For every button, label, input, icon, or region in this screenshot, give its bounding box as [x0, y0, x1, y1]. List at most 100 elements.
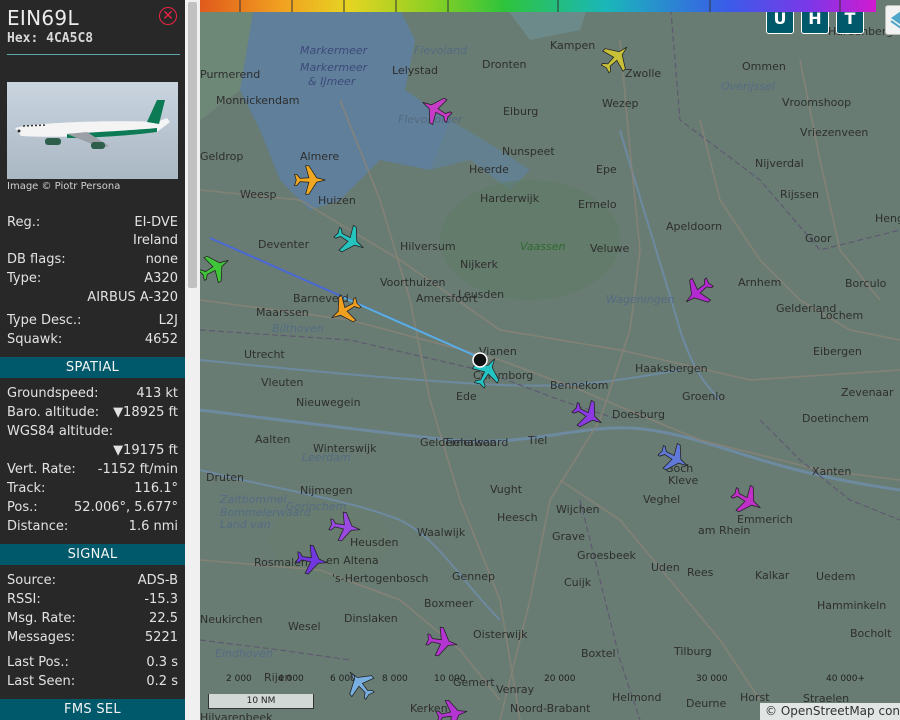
- divider: [7, 54, 180, 55]
- map-place-label: Waalwijk: [417, 526, 466, 539]
- info-row: Baro. altitude: ▼18925 ft: [7, 404, 178, 422]
- info-label: Squawk:: [7, 332, 63, 347]
- map-place-label: Lelystad: [392, 64, 438, 77]
- layers-icon: [890, 11, 900, 29]
- map-view[interactable]: Purmerend Monnickendam Markermeer Markermee…: [200, 0, 900, 720]
- map-place-label: Kerken: [410, 702, 448, 715]
- info-label: Vert. Rate:: [7, 462, 76, 477]
- info-row: Vert. Rate: -1152 ft/min: [7, 461, 178, 479]
- callsign-title: EIN69L: [7, 6, 79, 30]
- map-place-label: Nieuwegein: [296, 396, 361, 409]
- info-value: 0.3 s: [146, 655, 178, 670]
- aircraft-info-panel: EIN69L ✕ Hex: 4CA5C8 Image © Piotr Perso…: [0, 0, 185, 720]
- info-value: ADS-B: [137, 573, 178, 588]
- map-place-label: Deurne: [686, 697, 727, 710]
- map-place-label: Wesel: [288, 620, 321, 633]
- map-place-label: Dinslaken: [344, 612, 398, 625]
- map-place-label: Eindhoven: [215, 647, 273, 660]
- info-label: Source:: [7, 573, 57, 588]
- info-value: -1152 ft/min: [97, 462, 178, 477]
- info-value: 5221: [144, 630, 178, 645]
- map-place-label: Hilversum: [400, 240, 456, 253]
- sidebar-scrollbar[interactable]: [185, 0, 200, 720]
- waal-river: [200, 408, 900, 492]
- map-place-label: Oisterwijk: [473, 628, 528, 641]
- map-place-label: Groenlo: [682, 390, 725, 403]
- map-place-label: Veluwe: [590, 242, 629, 255]
- map-place-label: Maarssen: [256, 306, 309, 319]
- info-value: L2J: [158, 313, 178, 328]
- info-value: 116.1°: [134, 481, 178, 496]
- map-place-label: am Rhein: [698, 524, 750, 537]
- map-place-label: Arnhem: [738, 276, 781, 289]
- legend-label: 20 000: [544, 674, 576, 684]
- map-place-label: Vriezenveen: [800, 126, 868, 139]
- aircraft-icon[interactable]: [339, 663, 381, 705]
- map-place-label: Geldrop: [200, 150, 243, 163]
- map-place-label: Grave: [552, 530, 585, 543]
- hex-code: 4CA5C8: [46, 31, 94, 46]
- info-row: Msg. Rate: 22.5: [7, 610, 178, 628]
- map-place-label: Neukirchen: [200, 613, 262, 626]
- map-place-label: Doetinchem: [802, 412, 869, 425]
- info-value: 22.5: [149, 611, 178, 626]
- info-row: Groundspeed: 413 kt: [7, 385, 178, 403]
- map-place-label: Doesburg: [612, 408, 665, 421]
- info-row: Last Seen: 0.2 s: [7, 673, 178, 691]
- map-place-label: Nijkerk: [460, 258, 499, 271]
- map-place-label: Kalkar: [755, 569, 790, 582]
- map-place-label: Xanten: [812, 465, 851, 478]
- map-place-label: Lochem: [820, 309, 863, 322]
- map-place-label: Wezep: [602, 97, 639, 110]
- fms-section-header[interactable]: FMS SEL: [0, 699, 185, 720]
- spatial-section-header: SPATIAL: [0, 357, 185, 378]
- info-row: Ireland: [7, 232, 178, 250]
- map-place-label: Aalten: [255, 433, 290, 446]
- map-place-label: Monnickendam: [216, 94, 299, 107]
- map-place-label: Nijmegen: [300, 484, 353, 497]
- info-row: ▼19175 ft: [7, 442, 178, 460]
- map-place-label: Markermeer: [300, 44, 369, 57]
- selected-aircraft-marker[interactable]: [472, 352, 488, 368]
- map-canvas[interactable]: Purmerend Monnickendam Markermeer Markermee…: [200, 0, 900, 720]
- map-place-label: Heusden: [350, 536, 398, 549]
- map-place-label: Hilvarenbeek: [200, 711, 273, 720]
- map-place-label: Hamminkeln: [817, 599, 886, 612]
- info-value: A320: [144, 271, 178, 286]
- aircraft-photo[interactable]: [7, 82, 178, 179]
- map-place-label: Zwolle: [625, 67, 661, 80]
- info-value: 413 kt: [136, 386, 178, 401]
- photo-credit: Image © Piotr Persona: [7, 181, 121, 192]
- aircraft-icon[interactable]: [677, 271, 719, 313]
- osm-attribution[interactable]: © OpenStreetMap contributors: [760, 703, 900, 720]
- info-value: 52.006°, 5.677°: [74, 500, 178, 515]
- legend-label: 4 000: [278, 674, 304, 684]
- map-place-label: Land van: [220, 518, 271, 531]
- aircraft-icon[interactable]: [330, 220, 371, 260]
- map-place-label: Cuijk: [564, 576, 592, 589]
- info-label: Reg.:: [7, 215, 41, 230]
- map-place-label: Veghel: [643, 493, 680, 506]
- map-place-label: Borculo: [845, 277, 887, 290]
- close-icon[interactable]: ✕: [159, 7, 177, 25]
- map-place-label: en Altena: [326, 554, 379, 567]
- flight-track-recent: [339, 295, 486, 361]
- info-row: Source: ADS-B: [7, 572, 178, 590]
- info-value: none: [145, 252, 178, 267]
- legend-label: 40 000+: [826, 674, 866, 684]
- aircraft-icon[interactable]: [200, 248, 235, 288]
- map-place-label: Haaksbergen: [635, 362, 708, 375]
- aircraft-icon[interactable]: [424, 625, 459, 659]
- layers-button[interactable]: [885, 5, 900, 35]
- info-row: DB flags: none: [7, 251, 178, 269]
- map-place-label: Elburg: [503, 105, 538, 118]
- map-place-label: Purmerend: [200, 68, 260, 81]
- info-row: Type Desc.: L2J: [7, 312, 178, 330]
- scrollbar-thumb[interactable]: [188, 2, 197, 288]
- info-label: WGS84 altitude:: [7, 424, 114, 439]
- map-place-label: Deventer: [258, 238, 310, 251]
- map-place-label: Goor: [805, 232, 832, 245]
- map-place-label: Vroomshoop: [782, 96, 851, 109]
- map-place-label: Leusden: [458, 288, 504, 301]
- info-value: ▼18925 ft: [113, 405, 178, 420]
